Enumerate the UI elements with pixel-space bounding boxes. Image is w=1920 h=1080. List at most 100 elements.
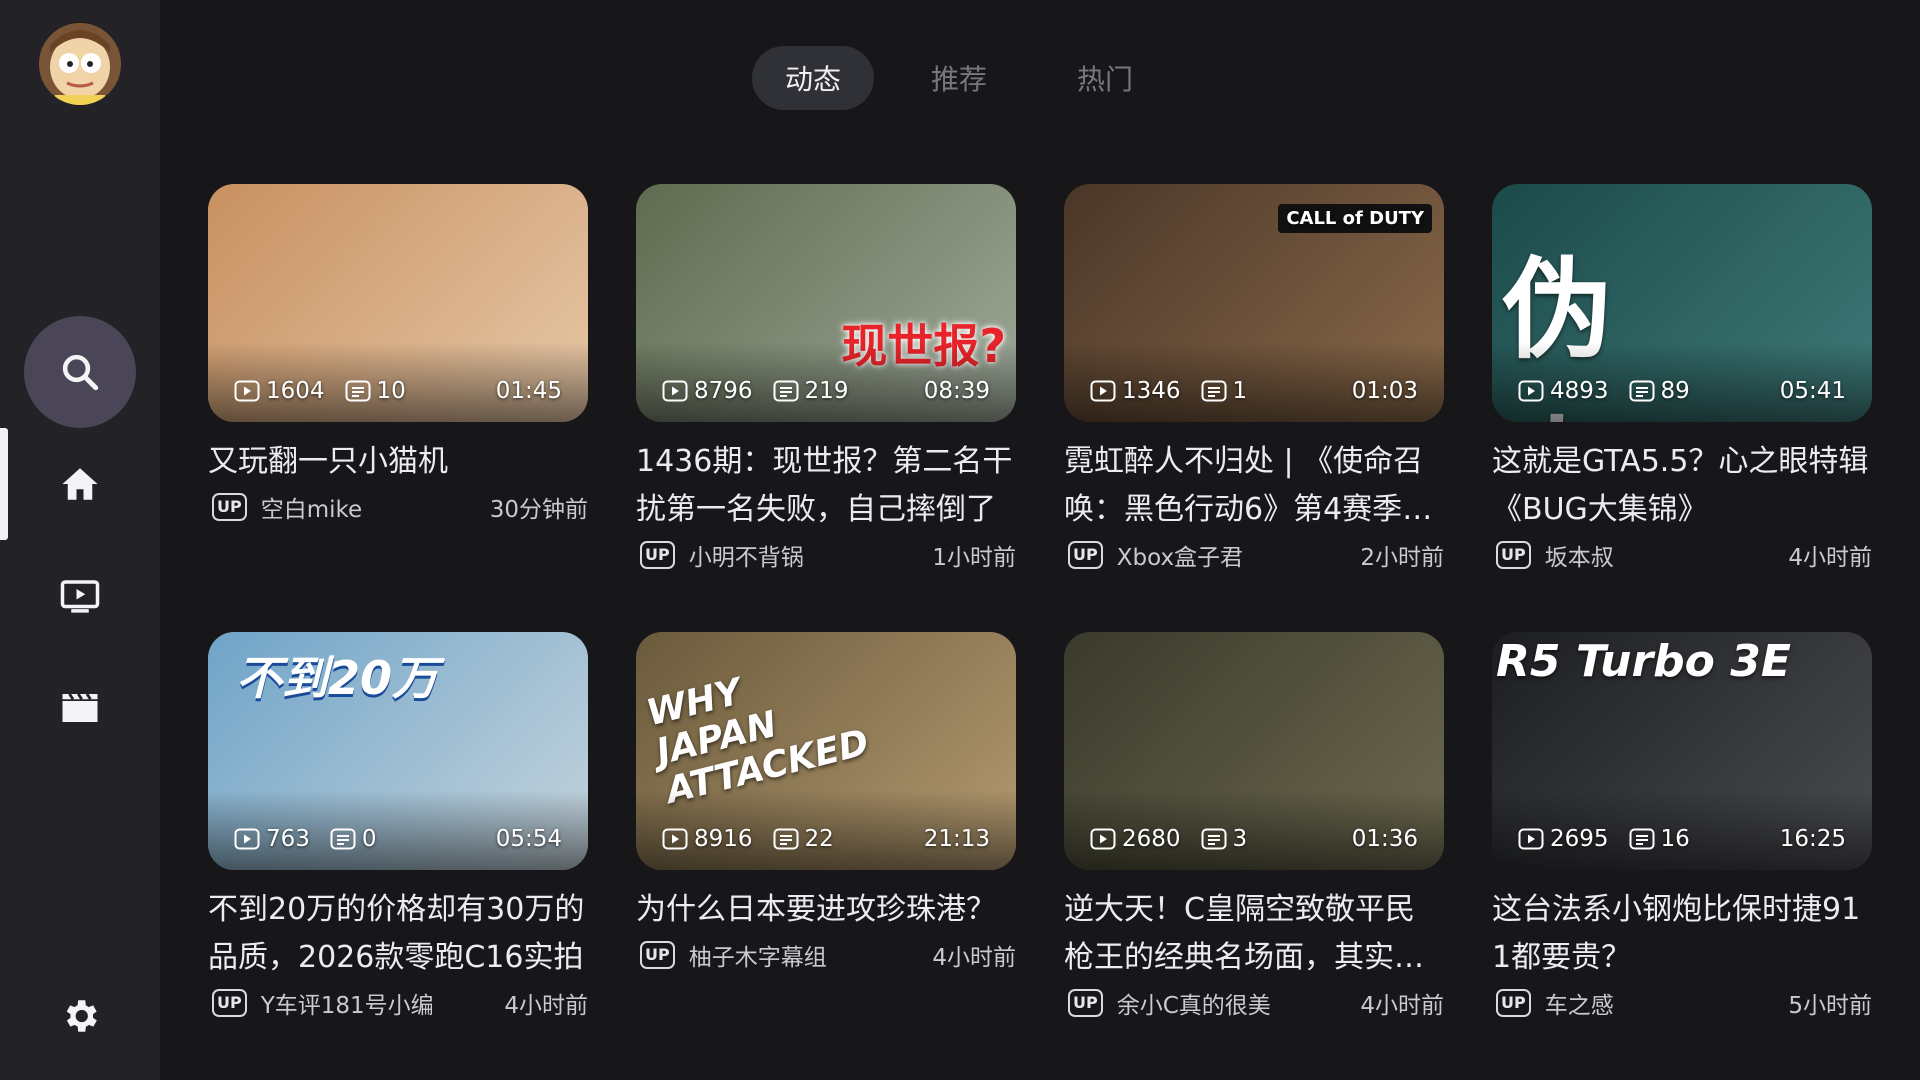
active-nav-indicator	[0, 428, 8, 540]
video-meta: UP Y车评181号小编 4小时前	[208, 986, 588, 1020]
play-count-icon	[662, 380, 688, 402]
uploader-badge: UP	[1496, 989, 1531, 1017]
play-count-value: 8916	[694, 826, 753, 852]
video-title[interactable]: 又玩翻一只小猫机	[208, 438, 588, 486]
thumbnail-caption: WHY JAPAN ATTACKED	[642, 671, 873, 813]
comment-count-value: 219	[804, 378, 849, 404]
play-count-icon	[1518, 828, 1544, 850]
play-count: 1604	[234, 378, 325, 404]
play-count-value: 4893	[1550, 378, 1609, 404]
video-stats: 8916 22 21:13	[662, 826, 990, 852]
play-count-icon	[1518, 380, 1544, 402]
uploader-badge: UP	[212, 989, 247, 1017]
uploader-name[interactable]: 车之感	[1545, 986, 1614, 1020]
play-count-value: 1346	[1122, 378, 1181, 404]
sidebar	[0, 0, 160, 1080]
danmaku-count-icon	[330, 828, 356, 850]
play-count: 763	[234, 826, 310, 852]
uploader-name[interactable]: 柚子木字幕组	[689, 938, 827, 972]
nav-home-button[interactable]	[24, 428, 136, 540]
video-thumbnail[interactable]: R5 Turbo 3E 2695 16 16:25	[1492, 632, 1872, 870]
top-tab-bar: 动态 推荐 热门	[752, 46, 1166, 110]
video-meta: UP 空白mike 30分钟前	[208, 490, 588, 524]
play-count-value: 1604	[266, 378, 325, 404]
tab-popular[interactable]: 热门	[1044, 46, 1166, 110]
nav-settings-button[interactable]	[24, 960, 136, 1072]
publish-time: 4小时前	[1360, 993, 1444, 1019]
play-count-value: 763	[266, 826, 310, 852]
video-card[interactable]: 伪 人 4893 89	[1492, 184, 1872, 572]
play-count: 1346	[1090, 378, 1181, 404]
danmaku-count-icon	[1629, 380, 1655, 402]
publish-time: 30分钟前	[489, 497, 588, 523]
video-thumbnail[interactable]: 不到20万 763 0 05:54	[208, 632, 588, 870]
video-duration: 05:54	[495, 826, 562, 852]
comment-count: 89	[1629, 378, 1690, 404]
video-card[interactable]: 2680 3 01:36 逆大天！C皇隔空致敬平民枪王的经典名场面，其实操作很简…	[1064, 632, 1444, 1020]
uploader-badge: UP	[1068, 541, 1103, 569]
user-avatar[interactable]	[39, 23, 121, 105]
play-count-value: 2695	[1550, 826, 1609, 852]
avatar-face-icon	[39, 23, 121, 105]
video-card[interactable]: 现世报? 8796 219	[636, 184, 1016, 572]
uploader-name[interactable]: Xbox盒子君	[1117, 538, 1243, 572]
video-card[interactable]: 不到20万 763 0 05:54 不到20万的价格却有30万的品质，2026款…	[208, 632, 588, 1020]
play-count-icon	[662, 828, 688, 850]
video-card[interactable]: CALL of DUTY 1346 1 01:03 霓虹醉人不归处 | 《使命召…	[1064, 184, 1444, 572]
nav-movies-button[interactable]	[24, 652, 136, 764]
video-card[interactable]: R5 Turbo 3E 2695 16 16:25 这台法系小钢炮比保时捷911…	[1492, 632, 1872, 1020]
video-thumbnail[interactable]: 1604 10 01:45	[208, 184, 588, 422]
danmaku-count-icon	[1201, 828, 1227, 850]
tab-recommended[interactable]: 推荐	[898, 46, 1020, 110]
video-thumbnail[interactable]: 2680 3 01:36	[1064, 632, 1444, 870]
danmaku-count-icon	[345, 380, 371, 402]
publish-time: 5小时前	[1788, 993, 1872, 1019]
comment-count: 0	[330, 826, 377, 852]
tab-following[interactable]: 动态	[752, 46, 874, 110]
comment-count: 219	[773, 378, 849, 404]
video-card[interactable]: 1604 10 01:45 又玩翻一只小猫机 UP 空白mike 30分钟前	[208, 184, 588, 572]
comment-count-value: 22	[804, 826, 834, 852]
uploader-badge: UP	[212, 493, 247, 521]
video-title[interactable]: 不到20万的价格却有30万的品质，2026款零跑C16实拍	[208, 886, 588, 982]
video-title[interactable]: 这就是GTA5.5？心之眼特辑《BUG大集锦》	[1492, 438, 1872, 534]
publish-time: 4小时前	[1788, 545, 1872, 571]
video-card[interactable]: WHY JAPAN ATTACKED 8916 22 21:13 为什么日本要进…	[636, 632, 1016, 1020]
video-stats: 763 0 05:54	[234, 826, 562, 852]
video-duration: 05:41	[1779, 378, 1846, 404]
publish-time: 4小时前	[932, 945, 1016, 971]
uploader-name[interactable]: 余小C真的很美	[1117, 986, 1271, 1020]
video-meta: UP 小明不背锅 1小时前	[636, 538, 1016, 572]
uploader-name[interactable]: Y车评181号小编	[261, 986, 434, 1020]
video-title[interactable]: 这台法系小钢炮比保时捷911都要贵？	[1492, 886, 1872, 982]
video-thumbnail[interactable]: 现世报? 8796 219	[636, 184, 1016, 422]
publish-time: 4小时前	[504, 993, 588, 1019]
comment-count: 3	[1201, 826, 1248, 852]
video-title[interactable]: 逆大天！C皇隔空致敬平民枪王的经典名场面，其实操作很简单	[1064, 886, 1444, 982]
video-stats: 1604 10 01:45	[234, 378, 562, 404]
uploader-name[interactable]: 坂本叔	[1545, 538, 1614, 572]
play-count: 2680	[1090, 826, 1181, 852]
video-meta: UP 车之感 5小时前	[1492, 986, 1872, 1020]
uploader-name[interactable]: 空白mike	[261, 490, 362, 524]
comment-count-value: 3	[1232, 826, 1248, 852]
video-title[interactable]: 1436期：现世报？第二名干扰第一名失败，自己摔倒了	[636, 438, 1016, 534]
search-icon	[62, 354, 99, 391]
clapperboard-icon	[62, 693, 98, 722]
nav-search-button[interactable]	[24, 316, 136, 428]
publish-time: 2小时前	[1360, 545, 1444, 571]
comment-count: 1	[1201, 378, 1247, 404]
video-thumbnail[interactable]: CALL of DUTY 1346 1 01:03	[1064, 184, 1444, 422]
video-thumbnail[interactable]: WHY JAPAN ATTACKED 8916 22 21:13	[636, 632, 1016, 870]
nav-tv-button[interactable]	[24, 540, 136, 652]
uploader-badge: UP	[640, 941, 675, 969]
uploader-name[interactable]: 小明不背锅	[689, 538, 804, 572]
video-duration: 01:03	[1351, 378, 1418, 404]
video-title[interactable]: 霓虹醉人不归处 | 《使命召唤：黑色行动6》第4赛季第二弹地图宣传片	[1064, 438, 1444, 534]
comment-count: 10	[345, 378, 406, 404]
play-count-value: 2680	[1122, 826, 1181, 852]
video-stats: 2680 3 01:36	[1090, 826, 1418, 852]
danmaku-count-icon	[1629, 828, 1655, 850]
video-title[interactable]: 为什么日本要进攻珍珠港？	[636, 886, 1016, 934]
video-thumbnail[interactable]: 伪 人 4893 89	[1492, 184, 1872, 422]
